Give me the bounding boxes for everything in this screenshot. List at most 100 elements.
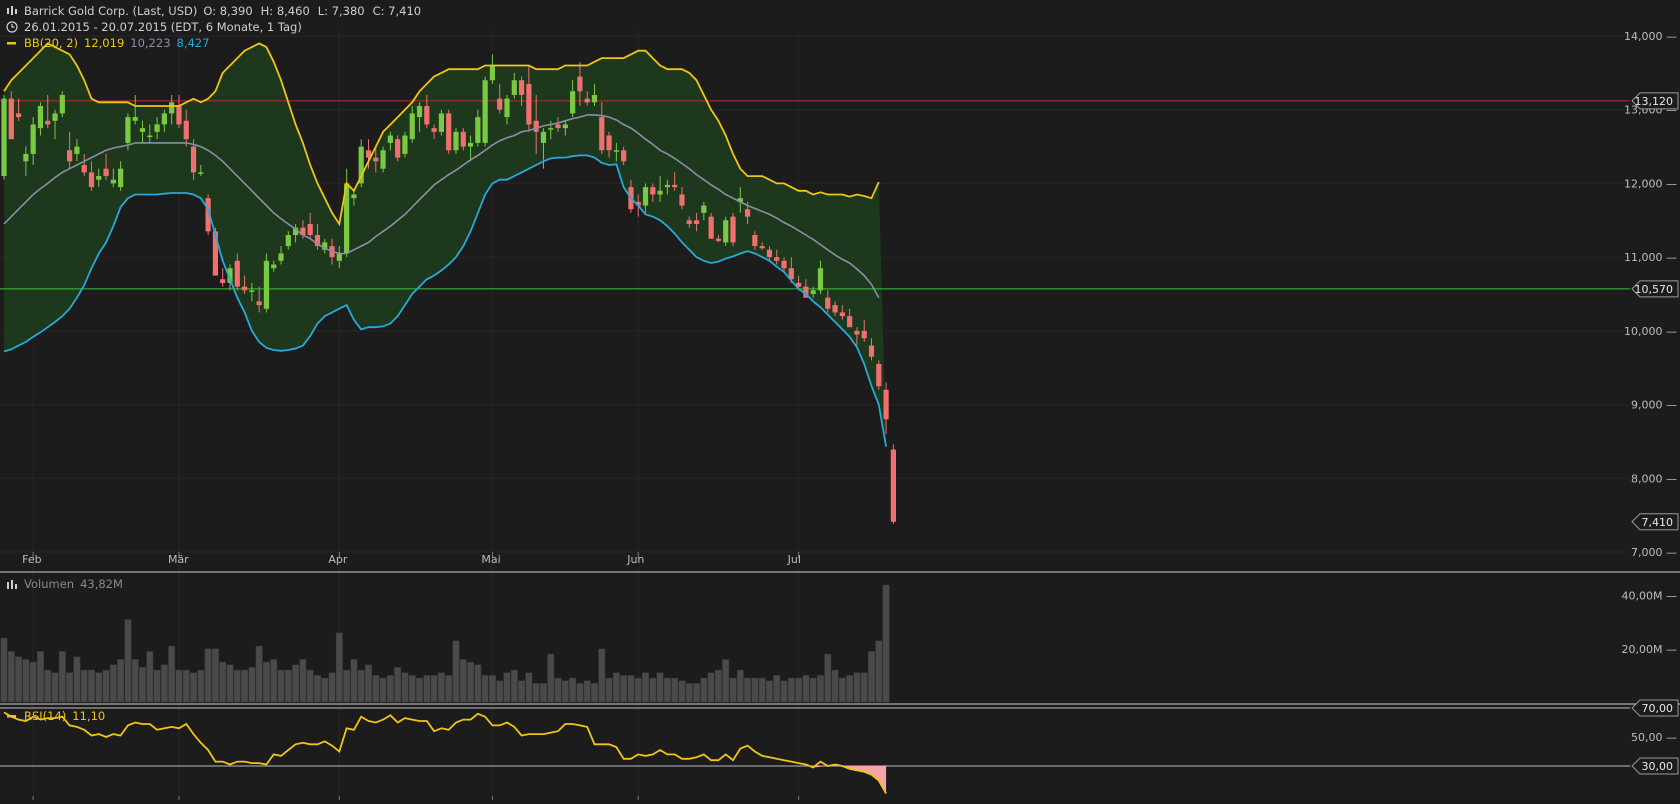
candle-body[interactable] xyxy=(183,120,189,140)
candle-body[interactable] xyxy=(876,364,882,387)
volume-bar[interactable] xyxy=(416,677,423,703)
volume-bar[interactable] xyxy=(241,669,249,703)
candle-body[interactable] xyxy=(518,80,525,95)
volume-bar[interactable] xyxy=(656,672,664,703)
candle-body[interactable] xyxy=(307,223,313,236)
candle-body[interactable] xyxy=(555,124,561,129)
candle-body[interactable] xyxy=(868,345,875,357)
volume-bar[interactable] xyxy=(423,675,431,703)
volume-bar[interactable] xyxy=(612,672,620,703)
volume-bar[interactable] xyxy=(124,619,132,703)
candle-body[interactable] xyxy=(599,117,605,151)
candle-body[interactable] xyxy=(88,172,95,188)
volume-bar[interactable] xyxy=(569,677,577,703)
candle-body[interactable] xyxy=(103,168,109,177)
volume-bar[interactable] xyxy=(452,640,460,703)
candle-body[interactable] xyxy=(759,246,765,249)
volume-bar[interactable] xyxy=(787,677,795,703)
candle-body[interactable] xyxy=(1,98,7,177)
volume-bar[interactable] xyxy=(299,659,307,703)
candle-body[interactable] xyxy=(74,146,80,154)
candle-body[interactable] xyxy=(263,260,270,309)
volume-bar[interactable] xyxy=(802,675,810,703)
candle-body[interactable] xyxy=(351,194,357,199)
volume-bar[interactable] xyxy=(663,677,671,703)
volume-bar[interactable] xyxy=(328,672,336,703)
candle-body[interactable] xyxy=(744,209,751,217)
volume-bar[interactable] xyxy=(226,664,234,703)
volume-bar[interactable] xyxy=(7,651,15,703)
candle-body[interactable] xyxy=(409,113,415,140)
candle-body[interactable] xyxy=(278,253,284,261)
volume-bar[interactable] xyxy=(583,680,591,703)
volume-bar[interactable] xyxy=(248,667,256,703)
candle-body[interactable] xyxy=(15,113,22,118)
candle-body[interactable] xyxy=(23,153,29,162)
candle-body[interactable] xyxy=(467,142,474,147)
volume-bar[interactable] xyxy=(284,669,292,703)
volume-bar[interactable] xyxy=(605,677,613,703)
volume-bar[interactable] xyxy=(554,677,562,703)
candle-body[interactable] xyxy=(766,249,773,258)
volume-bar[interactable] xyxy=(15,656,23,703)
candle-body[interactable] xyxy=(125,117,131,143)
volume-bar[interactable] xyxy=(751,677,759,703)
volume-bar[interactable] xyxy=(882,584,890,703)
volume-bar[interactable] xyxy=(547,653,555,703)
candle-body[interactable] xyxy=(249,290,255,292)
volume-bar[interactable] xyxy=(714,669,722,703)
volume-bar[interactable] xyxy=(817,675,824,703)
candle-body[interactable] xyxy=(526,83,532,125)
candle-body[interactable] xyxy=(642,187,649,206)
candle-body[interactable] xyxy=(8,98,14,140)
volume-bar[interactable] xyxy=(758,677,766,703)
candle-body[interactable] xyxy=(241,286,248,291)
volume-bar[interactable] xyxy=(117,659,125,703)
volume-bar[interactable] xyxy=(321,677,329,703)
volume-bar[interactable] xyxy=(386,675,394,703)
candle-body[interactable] xyxy=(271,264,277,269)
volume-bar[interactable] xyxy=(197,669,205,703)
volume-bar[interactable] xyxy=(525,672,533,703)
volume-bar[interactable] xyxy=(292,664,300,703)
volume-bar[interactable] xyxy=(306,669,314,703)
candle-body[interactable] xyxy=(220,279,226,283)
volume-bar[interactable] xyxy=(773,675,781,703)
volume-bar[interactable] xyxy=(80,669,88,703)
candle-body[interactable] xyxy=(285,235,291,247)
volume-bar[interactable] xyxy=(481,675,489,703)
candle-body[interactable] xyxy=(402,135,408,154)
candle-body[interactable] xyxy=(774,257,780,261)
candle-body[interactable] xyxy=(395,139,401,158)
volume-bar[interactable] xyxy=(831,669,839,703)
volume-bar[interactable] xyxy=(445,675,453,703)
volume-bar[interactable] xyxy=(430,675,438,703)
volume-bar[interactable] xyxy=(744,677,752,703)
volume-bar[interactable] xyxy=(204,648,212,703)
candle-body[interactable] xyxy=(847,316,853,328)
volume-bar[interactable] xyxy=(365,664,372,703)
candle-body[interactable] xyxy=(460,131,466,147)
candle-body[interactable] xyxy=(190,146,197,173)
candle-body[interactable] xyxy=(664,184,670,188)
volume-bar[interactable] xyxy=(824,653,832,703)
stock-chart[interactable]: 14,000 —13,000 —12,000 —11,000 —10,000 —… xyxy=(0,0,1680,800)
volume-bar[interactable] xyxy=(685,683,693,703)
volume-bar[interactable] xyxy=(29,661,37,703)
candle-body[interactable] xyxy=(387,135,393,143)
candle-body[interactable] xyxy=(672,184,678,188)
volume-bar[interactable] xyxy=(678,680,686,703)
candle-body[interactable] xyxy=(438,113,444,132)
volume-bar[interactable] xyxy=(335,632,343,703)
volume-bar[interactable] xyxy=(474,664,482,703)
volume-legend[interactable]: Volumen 43,82M xyxy=(6,577,123,591)
candle-body[interactable] xyxy=(657,190,663,195)
candle-body[interactable] xyxy=(693,220,700,224)
volume-bar[interactable] xyxy=(109,664,117,703)
candle-body[interactable] xyxy=(701,205,707,213)
volume-bar[interactable] xyxy=(707,672,715,703)
volume-bar[interactable] xyxy=(540,683,547,703)
volume-bar[interactable] xyxy=(270,659,278,703)
volume-bar[interactable] xyxy=(846,675,854,703)
volume-bar[interactable] xyxy=(401,672,409,703)
